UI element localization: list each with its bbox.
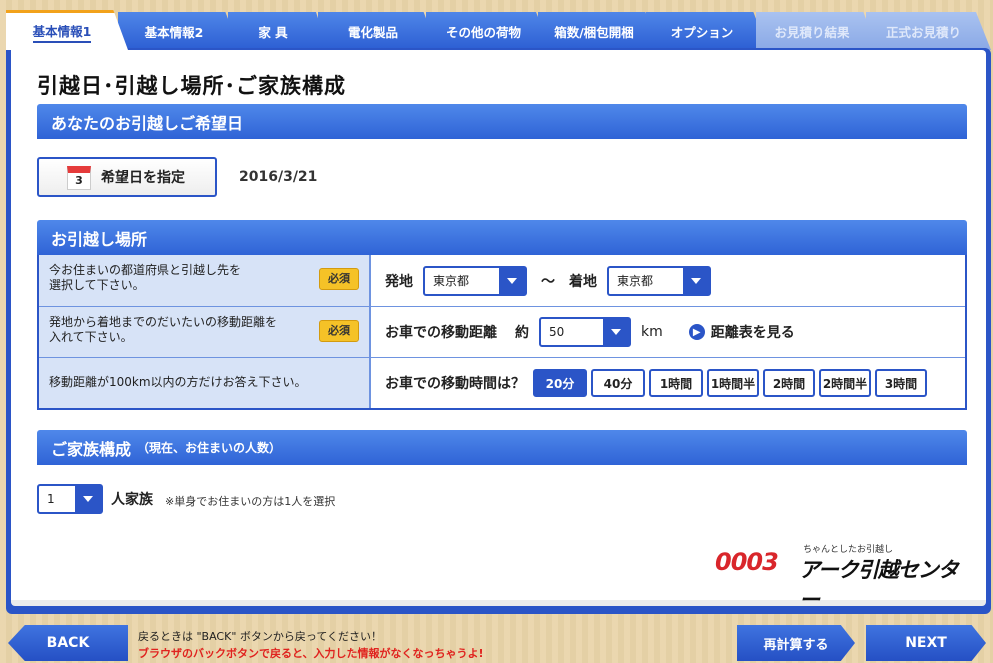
logo-number: 0003 xyxy=(715,548,779,576)
tab-options[interactable]: オプション xyxy=(646,12,768,50)
time-option-3h[interactable]: 3時間 xyxy=(875,369,927,397)
destination-label: 着地 xyxy=(569,273,597,290)
distance-label: お車での移動距離 xyxy=(385,325,497,341)
distance-select[interactable]: 50 xyxy=(539,317,631,347)
time-option-20min[interactable]: 20分 xyxy=(533,369,587,397)
family-count-select[interactable]: 1 xyxy=(37,484,103,514)
table-row: 発地から着地までのだいたいの移動距離を 入れて下さい。 必須 お車での移動距離 … xyxy=(39,306,965,357)
row-question: 今お住まいの都道府県と引越し先を 選択して下さい。 必須 xyxy=(39,255,371,306)
destination-prefecture-select[interactable]: 東京都 xyxy=(607,265,711,296)
origin-prefecture-select[interactable]: 東京都 xyxy=(423,265,527,296)
logo-name: アーク引越センター xyxy=(799,558,959,612)
tab-other-items[interactable]: その他の荷物 xyxy=(426,12,551,50)
required-badge: 必須 xyxy=(319,268,359,290)
location-section-header: お引越し場所 xyxy=(37,220,967,255)
time-option-2h30[interactable]: 2時間半 xyxy=(819,369,871,397)
approx-label: 約 xyxy=(515,325,529,341)
origin-label: 発地 xyxy=(385,273,413,290)
selected-date: 2016/3/21 xyxy=(239,169,318,185)
family-note: ※単身でお住まいの方は1人を選択 xyxy=(165,495,336,508)
tab-furniture[interactable]: 家 具 xyxy=(228,12,328,50)
family-unit-label: 人家族 xyxy=(111,492,153,508)
unit-label: km xyxy=(641,324,663,340)
time-option-40min[interactable]: 40分 xyxy=(591,369,645,397)
specify-date-button[interactable]: 3 希望日を指定 xyxy=(37,157,217,197)
date-section-header: あなたのお引越しご希望日 xyxy=(37,104,967,139)
table-row: 今お住まいの都道府県と引越し先を 選択して下さい。 必須 発地 東京都 ～ 着地… xyxy=(39,255,965,306)
tab-basic-info-2[interactable]: 基本情報2 xyxy=(118,12,240,50)
tab-basic-info-1[interactable]: 基本情報1 xyxy=(6,10,128,50)
family-section-header: ご家族構成 （現在、お住まいの人数） xyxy=(37,430,967,465)
row-question: 移動距離が100km以内の方だけお答え下さい。 xyxy=(39,358,371,408)
company-logo: 0003 ちゃんとしたお引越し アーク引越センター xyxy=(711,542,971,612)
recalculate-button[interactable]: 再計算する xyxy=(737,625,855,661)
location-table: 今お住まいの都道府県と引越し先を 選択して下さい。 必須 発地 東京都 ～ 着地… xyxy=(37,255,967,410)
prefecture-cell: 発地 東京都 ～ 着地 東京都 xyxy=(371,255,965,306)
distance-cell: お車での移動距離 約 50 km ▶ 距離表を見る xyxy=(371,307,965,357)
chevron-down-icon xyxy=(683,267,709,294)
table-row: 移動距離が100km以内の方だけお答え下さい。 お車での移動時間は？ 20分 4… xyxy=(39,357,965,408)
travel-time-label: お車での移動時間は？ xyxy=(385,376,525,392)
time-option-1h[interactable]: 1時間 xyxy=(649,369,703,397)
chevron-down-icon xyxy=(603,319,629,345)
required-badge: 必須 xyxy=(319,320,359,342)
arrow-right-circle-icon: ▶ xyxy=(688,324,705,340)
specify-date-label: 希望日を指定 xyxy=(101,170,185,186)
main-panel: 引越日･引越し場所･ご家族構成 あなたのお引越しご希望日 3 希望日を指定 20… xyxy=(6,48,991,614)
calendar-icon: 3 xyxy=(67,166,91,190)
tab-estimate-result: お見積り結果 xyxy=(756,12,878,50)
travel-time-cell: お車での移動時間は？ 20分 40分 1時間 1時間半 2時間 2時間半 3時間 xyxy=(371,358,965,408)
content-area: 引越日･引越し場所･ご家族構成 あなたのお引越しご希望日 3 希望日を指定 20… xyxy=(11,50,986,612)
time-option-2h[interactable]: 2時間 xyxy=(763,369,815,397)
chevron-down-icon xyxy=(499,267,525,294)
chevron-down-icon xyxy=(75,486,101,512)
row-question: 発地から着地までのだいたいの移動距離を 入れて下さい。 必須 xyxy=(39,307,371,357)
back-button[interactable]: BACK xyxy=(8,625,128,661)
range-tilde: ～ xyxy=(541,273,555,290)
page-title: 引越日･引越し場所･ご家族構成 xyxy=(37,74,346,98)
next-button[interactable]: NEXT xyxy=(866,625,986,661)
tab-formal-estimate: 正式お見積り xyxy=(866,12,991,50)
tab-bar: 基本情報1 基本情報2 家 具 電化製品 その他の荷物 箱数/梱包開梱 オプショ… xyxy=(6,10,991,50)
back-warning: ブラウザのバックボタンで戻ると、入力した情報がなくなっちゃうよ! xyxy=(138,647,484,660)
time-option-1h30[interactable]: 1時間半 xyxy=(707,369,759,397)
tab-boxes-packing[interactable]: 箱数/梱包開梱 xyxy=(538,12,660,50)
tab-appliances[interactable]: 電化製品 xyxy=(318,12,438,50)
distance-table-link[interactable]: ▶ 距離表を見る xyxy=(688,322,795,342)
back-instruction: 戻るときは "BACK" ボタンから戻ってください！ xyxy=(138,630,383,643)
